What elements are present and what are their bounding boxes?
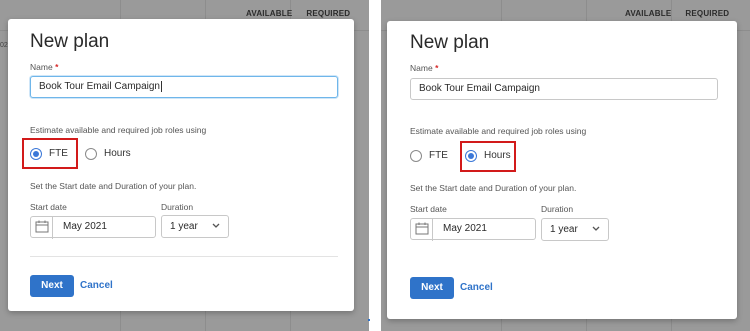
- start-date-label: Start date: [410, 204, 447, 214]
- start-date-value: May 2021: [63, 221, 107, 232]
- dialog-title: New plan: [410, 32, 490, 53]
- name-label: Name *: [30, 62, 58, 72]
- cancel-link[interactable]: Cancel: [460, 282, 493, 293]
- background-header: AVAILABLE REQUIRED: [625, 9, 729, 18]
- name-label-text: Name: [30, 62, 53, 72]
- screenshot-left: 02 AVAILABLE REQUIRED New plan Name * Boo…: [0, 0, 369, 331]
- start-date-value: May 2021: [443, 223, 487, 234]
- required-header: REQUIRED: [685, 9, 730, 18]
- calendar-icon[interactable]: [31, 217, 53, 239]
- name-label-text: Name: [410, 63, 433, 73]
- duration-select[interactable]: 1 year: [161, 215, 229, 238]
- duration-label: Duration: [161, 202, 194, 212]
- hours-radio[interactable]: [465, 150, 477, 162]
- hours-radio-label: Hours: [104, 148, 131, 159]
- required-marker: *: [55, 62, 59, 72]
- duration-label: Duration: [541, 204, 574, 214]
- background-number: 02: [0, 42, 8, 49]
- new-plan-dialog: New plan Name * Book Tour Email Campaign…: [8, 19, 354, 311]
- next-button[interactable]: Next: [30, 275, 74, 297]
- name-input-value: Book Tour Email Campaign: [39, 81, 160, 92]
- available-header: AVAILABLE: [246, 9, 293, 18]
- fte-radio-label: FTE: [429, 150, 448, 161]
- name-input[interactable]: Book Tour Email Campaign: [30, 76, 338, 98]
- footer-divider: [30, 256, 338, 257]
- duration-value: 1 year: [550, 224, 578, 235]
- name-input-value: Book Tour Email Campaign: [419, 83, 540, 94]
- hours-radio-label: Hours: [484, 150, 511, 161]
- text-caret: [161, 80, 162, 92]
- cancel-link[interactable]: Cancel: [80, 280, 113, 291]
- estimate-label: Estimate available and required job role…: [30, 125, 207, 135]
- schedule-label: Set the Start date and Duration of your …: [30, 181, 197, 191]
- available-header: AVAILABLE: [625, 9, 672, 18]
- calendar-icon[interactable]: [411, 219, 433, 241]
- chevron-down-icon: [212, 223, 220, 228]
- background-header: AVAILABLE REQUIRED: [246, 9, 350, 18]
- duration-value: 1 year: [170, 221, 198, 232]
- duration-select[interactable]: 1 year: [541, 218, 609, 241]
- stray-mark: [368, 319, 370, 321]
- fte-radio[interactable]: [410, 150, 422, 162]
- start-date-picker[interactable]: May 2021: [30, 216, 156, 239]
- hours-radio[interactable]: [85, 148, 97, 160]
- next-button[interactable]: Next: [410, 277, 454, 299]
- name-input[interactable]: Book Tour Email Campaign: [410, 78, 718, 100]
- required-header: REQUIRED: [306, 9, 351, 18]
- start-date-label: Start date: [30, 202, 67, 212]
- schedule-label: Set the Start date and Duration of your …: [410, 183, 577, 193]
- start-date-picker[interactable]: May 2021: [410, 218, 536, 241]
- dialog-title: New plan: [30, 31, 110, 52]
- screenshot-right: AVAILABLE REQUIRED New plan Name * Book T…: [381, 0, 750, 331]
- fte-radio[interactable]: [30, 148, 42, 160]
- estimate-label: Estimate available and required job role…: [410, 126, 587, 136]
- required-marker: *: [435, 63, 439, 73]
- fte-radio-label: FTE: [49, 148, 68, 159]
- name-label: Name *: [410, 63, 438, 73]
- new-plan-dialog: New plan Name * Book Tour Email Campaign…: [387, 21, 737, 319]
- chevron-down-icon: [592, 226, 600, 231]
